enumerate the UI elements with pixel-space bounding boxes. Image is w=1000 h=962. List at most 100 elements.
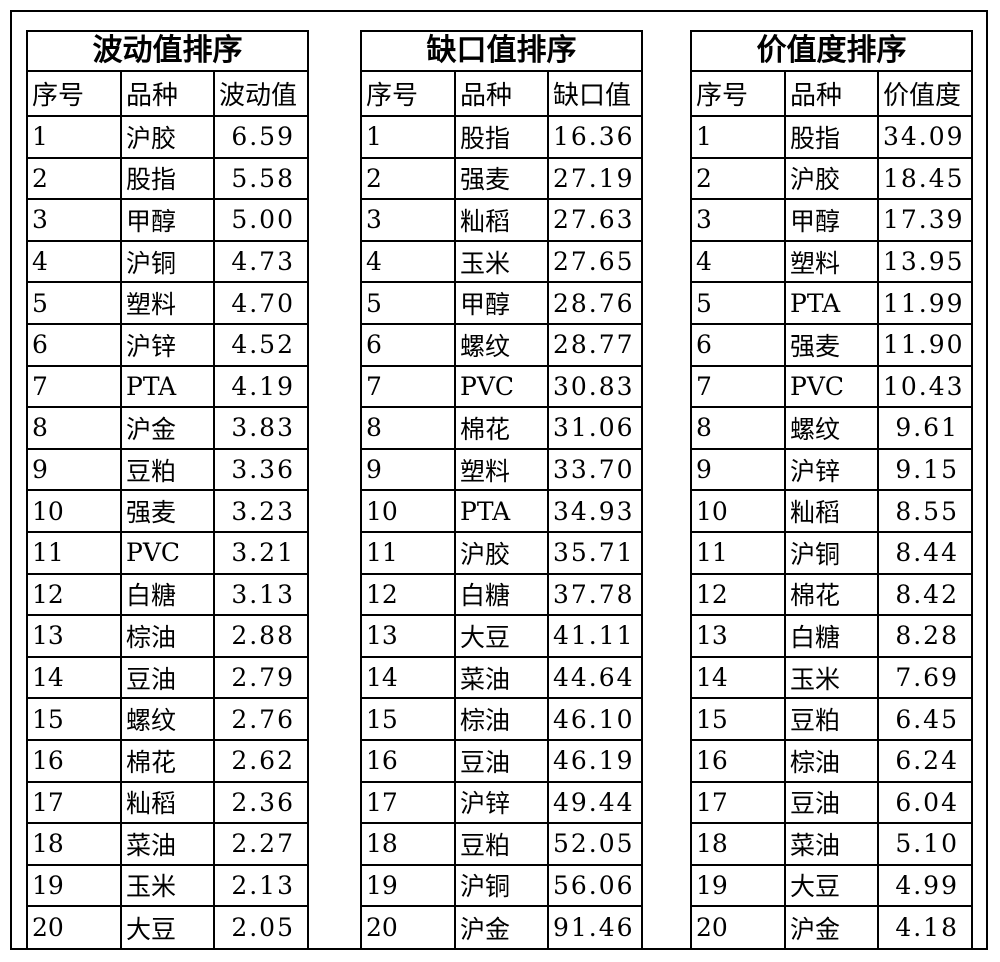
rank-cell: 8 [362,407,456,450]
variety-cell: 沪铜 [785,531,879,575]
table-row: 16 棕油 6.24 [692,739,971,783]
value-cell: 2.79 [214,656,307,700]
rank-cell: 11 [28,531,122,575]
value-cell: 2.36 [214,781,307,825]
table-row: 12 白糖 3.13 [28,573,307,617]
value-cell: 34.09 [878,116,971,159]
variety-cell: 豆油 [121,656,215,700]
variety-cell: 塑料 [785,240,879,284]
variety-cell: PTA [121,365,215,409]
table-row: 17 豆油 6.04 [692,781,971,825]
table-row: 12 白糖 37.78 [362,573,641,617]
header-row: 序号 品种 价值度 [692,72,971,117]
variety-cell: 沪胶 [455,531,549,575]
table-row: 20 沪金 4.18 [692,906,971,948]
value-cell: 2.62 [214,739,307,783]
table-row: 3 籼稻 27.63 [362,199,641,242]
rank-cell: 10 [692,490,786,533]
value-cell: 4.18 [895,913,959,943]
header-row: 序号 品种 波动值 [28,72,307,117]
table-row: 4 玉米 27.65 [362,240,641,284]
rank-cell: 4 [28,240,122,284]
variety-cell: 棉花 [785,573,879,617]
table-row: 14 玉米 7.69 [692,656,971,700]
value-cell: 2.88 [214,615,307,658]
rank-cell: 13 [362,615,456,658]
variety-cell: 螺纹 [121,698,215,741]
table-row: 15 豆粕 6.45 [692,698,971,741]
column-header: 序号 [28,72,122,117]
table-row: 6 强麦 11.90 [692,323,971,367]
rank-cell: 2 [692,157,786,201]
table-row: 12 棉花 8.42 [692,573,971,617]
value-cell: 9.61 [878,407,971,450]
rank-cell: 8 [692,407,786,450]
rank-cell: 5 [362,282,456,325]
table-row: 13 大豆 41.11 [362,615,641,658]
table-row: 13 棕油 2.88 [28,615,307,658]
rank-cell: 14 [692,656,786,700]
rank-cell: 9 [362,448,456,492]
variety-cell: 棕油 [121,615,215,658]
table-row: 1 沪胶 6.59 [28,116,307,159]
table-row: 5 甲醇 28.76 [362,282,641,325]
variety-cell: PVC [121,531,215,575]
variety-cell: 籼稻 [455,199,549,242]
column-header: 品种 [455,72,549,117]
value-cell: 5.58 [214,157,307,201]
column-header: 序号 [362,72,456,117]
variety-cell: 沪金 [121,407,215,450]
variety-cell: 沪铜 [455,864,549,908]
variety-cell: 沪锌 [121,323,215,367]
value-cell: 6.45 [878,698,971,741]
rank-cell: 9 [28,448,122,492]
table-row: 18 菜油 2.27 [28,823,307,866]
document-frame: 波动值排序 序号 品种 波动值 1 沪胶 6.59 2 股指 5.58 3 甲醇 5.00 4 沪铜 4.7… [10,10,988,950]
rank-cell: 19 [692,864,786,908]
table-row: 3 甲醇 5.00 [28,199,307,242]
rank-cell: 13 [692,615,786,658]
rank-cell: 18 [362,823,456,866]
rank-cell: 16 [692,739,786,783]
value-cell: 10.43 [878,365,971,409]
variety-cell: PTA [785,282,879,325]
value-cell: 41.11 [548,615,641,658]
rank-cell: 14 [28,656,122,700]
table-grid: 序号 品种 波动值 1 沪胶 6.59 2 股指 5.58 3 甲醇 5.00 4 沪铜 4.73 5 塑料 4.… [28,72,307,948]
value-cell: 4.19 [214,365,307,409]
rank-cell: 5 [692,282,786,325]
value-cell: 37.78 [548,573,641,617]
rank-cell: 15 [362,698,456,741]
rank-cell: 6 [28,323,122,367]
table-row: 9 塑料 33.70 [362,448,641,492]
rank-cell: 1 [362,116,456,159]
rank-cell: 5 [28,282,122,325]
rank-cell: 6 [692,323,786,367]
value-cell: 6.59 [214,116,307,159]
table-title: 缺口值排序 [362,32,641,72]
table-row: 4 塑料 13.95 [692,240,971,284]
rank-cell: 15 [692,698,786,741]
value-cell: 27.63 [548,199,641,242]
rank-cell: 4 [362,240,456,284]
table-row: 11 沪铜 8.44 [692,531,971,575]
variety-cell: 甲醇 [785,199,879,242]
table-row: 5 塑料 4.70 [28,282,307,325]
value-cell: 28.77 [548,323,641,367]
value-cell: 7.69 [878,656,971,700]
variety-cell: 籼稻 [121,781,215,825]
table-row: 9 豆粕 3.36 [28,448,307,492]
table-row: 15 螺纹 2.76 [28,698,307,741]
table-grid: 序号 品种 缺口值 1 股指 16.36 2 强麦 27.19 3 籼稻 27.63 4 玉米 27.65 5… [362,72,641,948]
rank-cell: 4 [692,240,786,284]
table-row: 8 螺纹 9.61 [692,407,971,450]
value-cell: 27.65 [548,240,641,284]
variety-cell: 螺纹 [785,407,879,450]
rank-cell: 7 [692,365,786,409]
table-row: 11 沪胶 35.71 [362,531,641,575]
table-row: 11 PVC 3.21 [28,531,307,575]
rank-cell: 19 [362,864,456,908]
gap-ranking-table: 缺口值排序 序号 品种 缺口值 1 股指 16.36 2 强麦 27.19 3 籼稻 27.63 4 玉米… [360,30,643,950]
table-row: 1 股指 16.36 [362,116,641,159]
value-cell: 13.95 [878,240,971,284]
